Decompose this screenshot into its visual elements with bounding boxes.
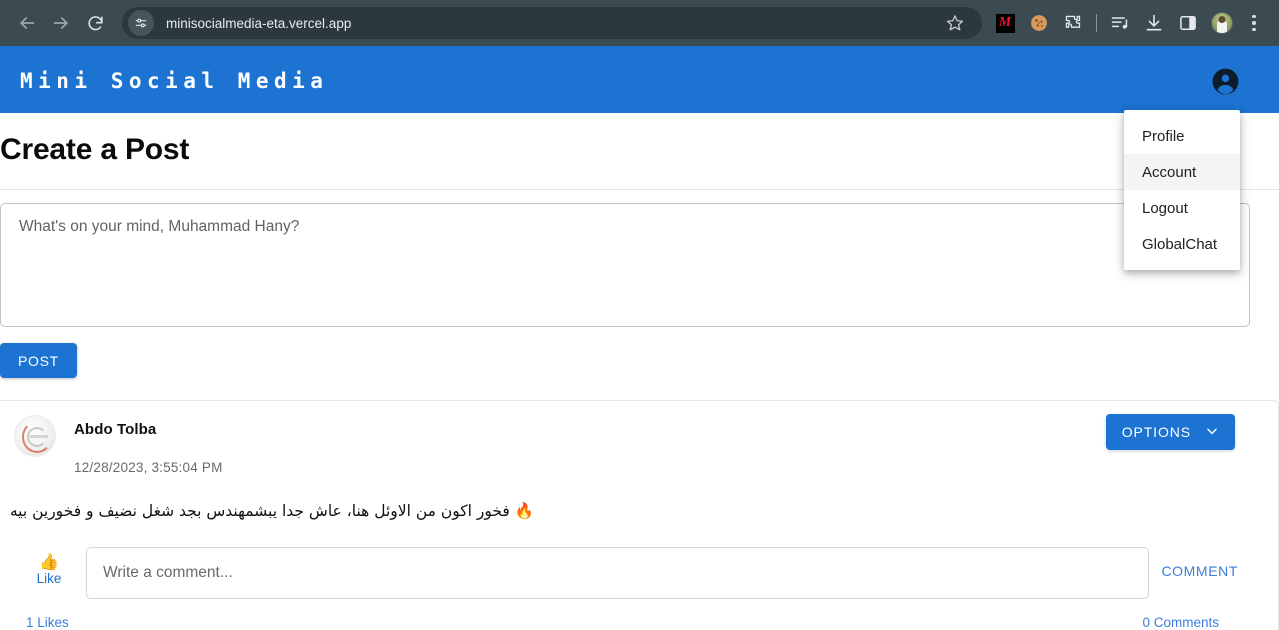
cookie-icon[interactable] <box>1022 6 1056 40</box>
toolbar-divider <box>1096 14 1097 32</box>
comment-button[interactable]: COMMENT <box>1149 563 1242 579</box>
post-timestamp: 12/28/2023, 3:55:04 PM <box>74 460 223 475</box>
comments-count-link[interactable]: 0 Comments <box>1142 615 1219 630</box>
like-button[interactable]: 👍 Like <box>22 547 76 586</box>
extension-m-label: M <box>998 15 1012 30</box>
browser-toolbar: minisocialmedia-eta.vercel.app M <box>0 0 1279 46</box>
address-bar[interactable]: minisocialmedia-eta.vercel.app <box>122 7 982 39</box>
post-counts-row: 1 Likes 0 Comments <box>14 615 1262 630</box>
menu-item-globalchat[interactable]: GlobalChat <box>1124 226 1240 262</box>
comment-input[interactable] <box>86 546 1150 599</box>
post-interaction-row: 👍 Like COMMENT <box>14 546 1262 599</box>
menu-item-profile[interactable]: Profile <box>1124 118 1240 154</box>
post-button[interactable]: POST <box>0 343 77 378</box>
site-settings-tune-icon[interactable] <box>128 10 154 36</box>
app-title: Mini Social Media <box>20 69 329 93</box>
forward-arrow-icon <box>51 13 71 33</box>
url-text: minisocialmedia-eta.vercel.app <box>166 15 352 31</box>
account-circle-icon[interactable] <box>1211 67 1239 95</box>
post-textarea[interactable] <box>0 203 1250 327</box>
side-panel-icon[interactable] <box>1171 6 1205 40</box>
page-divider <box>0 189 1279 190</box>
reload-button[interactable] <box>78 6 112 40</box>
chrome-profile-avatar[interactable] <box>1205 6 1239 40</box>
download-icon[interactable] <box>1137 6 1171 40</box>
reload-icon <box>86 14 105 33</box>
post-body-text: 🔥 فخور اكون من الاوئل هنا، عاش جدا يبشمه… <box>9 502 534 520</box>
back-arrow-icon <box>17 13 37 33</box>
forward-button[interactable] <box>44 6 78 40</box>
post-card: Abdo Tolba 12/28/2023, 3:55:04 PM OPTION… <box>0 400 1279 630</box>
likes-count-link[interactable]: 1 Likes <box>26 615 69 630</box>
like-label: Like <box>36 570 62 586</box>
post-author-block: Abdo Tolba 12/28/2023, 3:55:04 PM <box>14 413 223 475</box>
back-button[interactable] <box>10 6 44 40</box>
puzzle-piece-icon[interactable] <box>1056 6 1090 40</box>
app-header: Mini Social Media <box>0 49 1279 113</box>
bookmark-star-icon[interactable] <box>940 8 970 38</box>
extension-icons: M <box>988 6 1269 40</box>
post-options-button[interactable]: OPTIONS <box>1105 414 1235 450</box>
account-dropdown-menu: Profile Account Logout GlobalChat <box>1124 110 1240 270</box>
chevron-down-icon <box>1205 424 1219 441</box>
post-composer: POST <box>0 203 1279 378</box>
post-author-name: Abdo Tolba <box>74 421 157 438</box>
media-playlist-icon[interactable] <box>1103 6 1137 40</box>
extension-m-icon[interactable]: M <box>988 6 1022 40</box>
post-options-label: OPTIONS <box>1121 424 1191 440</box>
post-author-meta: Abdo Tolba 12/28/2023, 3:55:04 PM <box>74 413 223 475</box>
menu-item-logout[interactable]: Logout <box>1124 190 1240 226</box>
menu-item-account[interactable]: Account <box>1124 154 1240 190</box>
three-dot-menu-icon[interactable] <box>1239 6 1269 40</box>
thumbs-up-icon: 👍 <box>39 551 59 571</box>
post-header: Abdo Tolba 12/28/2023, 3:55:04 PM OPTION… <box>14 413 1262 475</box>
page-content: Create a Post POST Abdo Tolba 12/28/2023… <box>0 133 1279 630</box>
page-title: Create a Post <box>0 133 190 166</box>
post-author-avatar <box>14 415 56 457</box>
